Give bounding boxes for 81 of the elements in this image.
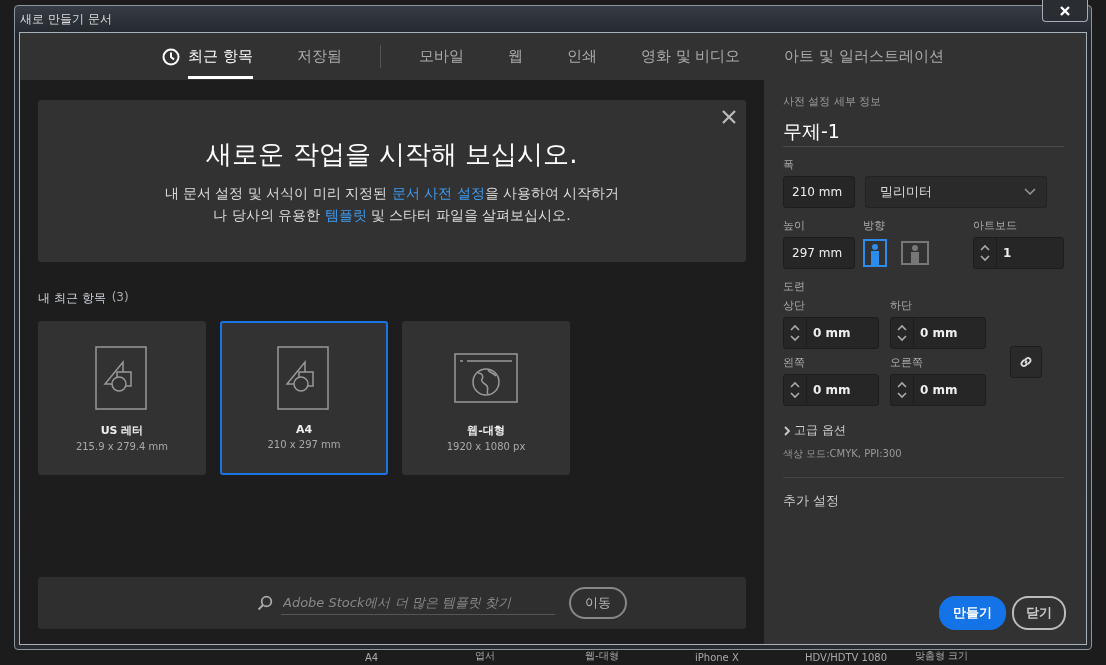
height-field[interactable]: 297 mm [783,237,855,269]
field-label: 오른쪽 [890,355,924,370]
preset-label: 엽서 [475,650,496,663]
create-button[interactable]: 만들기 [939,596,1006,630]
preset-size: 210 x 297 mm [267,439,341,450]
stepper-arrows-icon[interactable] [896,323,908,343]
close-icon [1059,5,1071,16]
chain-link-icon [1018,354,1034,370]
document-shapes-icon [95,346,149,410]
stepper-arrows-icon[interactable] [789,380,801,400]
close-button[interactable] [1042,0,1088,22]
tab[interactable]: 웹 [485,33,545,80]
preset-label: iPhone X [695,652,740,663]
chevron-right-icon [783,425,791,436]
stepper-field[interactable]: 0 mm [783,374,879,406]
field-label: 왼쪽 [783,355,806,370]
tab[interactable]: 모바일 [396,33,486,80]
close-button[interactable]: 닫기 [1012,596,1066,630]
chevron-down-icon [1024,188,1036,196]
preset-card[interactable]: A4 210 x 297 mm [220,321,388,475]
window-title: 새로 만들기 문서 [20,10,112,28]
preset-size: 1920 x 1080 px [446,441,526,452]
close-icon [722,110,736,124]
stepper-arrows-icon[interactable] [896,380,908,400]
section-label: 사전 설정 세부 정보 [783,94,883,109]
preset-card[interactable]: US 레터 215.9 x 279.4 mm [38,321,206,475]
go-button[interactable]: 이동 [569,587,627,619]
preset-name: 웹-대형 [467,423,505,438]
portrait-icon [863,239,887,267]
preset-label: 맞춤형 크기 [915,650,970,663]
color-mode-info: 색상 모드:CMYK, PPI:300 [783,447,903,461]
field-label: 하단 [890,298,913,313]
preset-name: US 레터 [100,423,144,438]
preset-size: 215.9 x 279.4 mm [75,441,169,452]
number-input[interactable]: 0 mm [807,375,869,405]
number-input[interactable]: 0 mm [914,318,976,348]
field-label: 폭 [783,157,795,172]
stepper-field[interactable]: 0 mm [890,374,986,406]
preset-card[interactable]: 웹-대형 1920 x 1080 px [402,321,570,475]
stepper-field[interactable]: 0 mm [890,317,986,349]
tab[interactable]: 저장됨 [274,33,364,80]
preset-label: HDV/HDTV 1080 [805,652,889,663]
orientation-button[interactable] [901,241,929,265]
section-heading: 추가 설정 [783,492,841,510]
field-label: 도련 [783,279,806,294]
browser-globe-icon [454,353,518,403]
orientation-button[interactable] [863,239,887,267]
field-label: 아트보드 [973,218,1018,233]
banner-description: 내 문서 설정 및 서식이 미리 지정된 문서 사전 설정 을 사용하여 시작하거 나 당사의 유용한 템플릿 및 스타터 파일을 살펴보십시오. [164,183,620,225]
search-icon [257,595,273,611]
units-dropdown[interactable]: 밀리미터 [865,176,1047,208]
number-input[interactable]: 0 mm [807,318,869,348]
preset-name: A4 [295,423,313,436]
advanced-options-toggle[interactable]: 고급 옵션 [783,422,846,439]
link-button[interactable] [1010,346,1042,378]
clock-icon [162,47,181,66]
stepper-field[interactable]: 0 mm [783,317,879,349]
document-name-field[interactable]: 무제-1 [783,119,1064,147]
item-count: (3) [111,290,129,306]
landscape-icon [901,241,929,265]
stepper-arrows-icon[interactable] [789,323,801,343]
preset-label: 웹-대형 [585,650,620,663]
search-field[interactable]: Adobe Stock에서 더 많은 템플릿 찾기 [281,591,555,615]
stepper-arrows-icon[interactable] [979,243,991,263]
close-button[interactable] [722,110,736,124]
document-shapes-icon [277,346,331,410]
tab[interactable]: 인쇄 [544,33,619,80]
field-label: 방향 [863,218,886,233]
link[interactable]: 템플릿 [324,206,367,223]
preset-label: A4 [365,652,380,663]
field-label: 높이 [783,218,806,233]
banner-heading: 새로운 작업을 시작해 보십시오. [206,137,578,171]
stepper-field[interactable]: 1 [973,237,1064,269]
field-label: 상단 [783,298,806,313]
number-input[interactable]: 0 mm [914,375,976,405]
link[interactable]: 문서 사전 설정 [391,184,485,201]
number-input[interactable]: 1 [997,238,1063,268]
tab[interactable]: 아트 및 일러스트레이션 [762,33,966,80]
width-field[interactable]: 210 mm [783,176,855,208]
section-label: 내 최근 항목 [38,290,106,307]
tab[interactable]: 영화 및 비디오 [618,33,763,80]
